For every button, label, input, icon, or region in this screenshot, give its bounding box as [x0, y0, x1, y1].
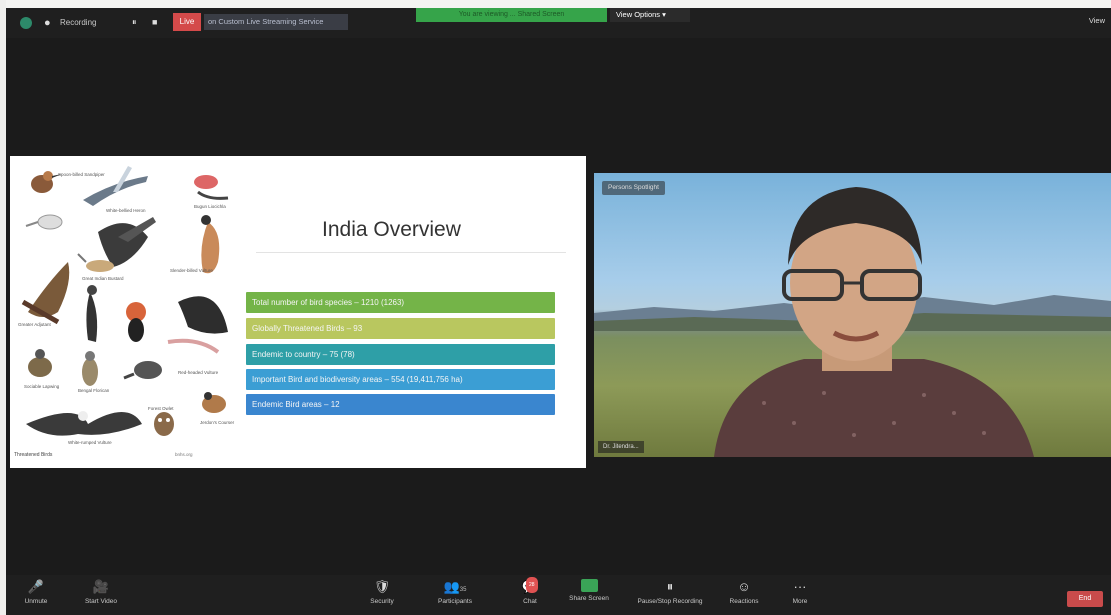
slide-footer-left: Threatened Birds — [14, 452, 53, 458]
bird-label: Forest Owlet — [148, 406, 174, 411]
shield-icon: 🛡 — [373, 579, 391, 594]
live-badge[interactable]: Live — [173, 13, 201, 31]
pause-stop-recording-button[interactable]: ⏸ Pause/Stop Recording — [628, 579, 712, 605]
unmute-label: Unmute — [24, 598, 48, 605]
stat-bar: Important Bird and biodiversity areas – … — [246, 369, 555, 390]
shared-slide: Spoon-billed Sandpiper White-bellied Her… — [10, 156, 586, 468]
more-label: More — [792, 598, 808, 605]
more-button[interactable]: ··· More — [784, 579, 816, 605]
scan-border-left — [0, 0, 6, 615]
view-options-button[interactable]: View Options ▾ — [610, 8, 690, 22]
pinned-name-tag: Persons Spotlight — [602, 181, 665, 195]
bird-label: Jerdon's Courser — [200, 420, 235, 425]
reactions-button[interactable]: ☺ Reactions — [724, 579, 764, 605]
participants-icon: 👥35 — [443, 579, 467, 594]
recording-icon: ● — [44, 17, 51, 29]
stat-bar: Globally Threatened Birds – 93 — [246, 318, 555, 339]
slide-footer-right: bnhs.org — [175, 452, 193, 457]
pause-recording-button[interactable]: ⏸ — [132, 17, 137, 28]
participant-count: 35 — [459, 587, 467, 593]
microphone-icon: 🎤 — [27, 579, 45, 594]
stat-bar: Endemic to country – 75 (78) — [246, 344, 555, 365]
speaker-figure — [714, 187, 1034, 457]
stat-bar: Total number of bird species – 1210 (126… — [246, 292, 555, 313]
screen-share-banner: You are viewing ... Shared Screen — [416, 8, 607, 22]
participants-label: Participants — [438, 598, 472, 605]
security-label: Security — [370, 598, 394, 605]
chat-icon: 💬28 — [512, 577, 548, 595]
share-screen-icon — [580, 579, 598, 592]
meeting-status-icon — [20, 17, 32, 29]
more-icon: ··· — [793, 579, 807, 594]
bird-label: White-bellied Heron — [106, 208, 146, 213]
start-video-label: Start Video — [84, 598, 118, 605]
chat-unread-badge: 28 — [526, 577, 538, 593]
bird-label: Bengal Florican — [78, 388, 110, 393]
bird-illustrations: Spoon-billed Sandpiper White-bellied Her… — [18, 162, 234, 454]
bird-label: Sociable Lapwing — [24, 384, 60, 389]
bird-label: Slender-billed Vulture — [170, 268, 213, 273]
slide-title-divider — [256, 252, 566, 253]
live-stream-service[interactable]: on Custom Live Streaming Service — [204, 14, 348, 30]
chat-label: Chat — [523, 598, 537, 605]
end-meeting-button[interactable]: End — [1067, 591, 1103, 607]
meeting-toolbar: 🎤 Unmute 🎥 Start Video 🛡 Security 👥35 Pa… — [6, 575, 1111, 615]
chat-button[interactable]: 💬28 Chat — [512, 577, 548, 605]
unmute-button[interactable]: 🎤 Unmute — [14, 579, 58, 605]
reactions-label: Reactions — [729, 598, 759, 605]
meeting-top-bar: ● Recording ⏸ ■ Live on Custom Live Stre… — [6, 8, 1111, 38]
speaker-video[interactable]: Persons Spotlight Dr. Jitendra... — [594, 173, 1111, 457]
pause-stop-recording-label: Pause/Stop Recording — [637, 598, 703, 605]
bird-label: Greater Adjutant — [18, 322, 51, 327]
pause-stop-icon: ⏸ — [666, 579, 674, 594]
start-video-button[interactable]: 🎥 Start Video — [76, 579, 126, 605]
participants-button[interactable]: 👥35 Participants — [430, 579, 480, 605]
share-screen-button[interactable]: Share Screen — [564, 579, 614, 602]
view-button[interactable]: View — [1089, 16, 1105, 25]
scan-border-top — [0, 0, 1111, 8]
participant-name-tag: Dr. Jitendra... — [598, 441, 644, 453]
bird-label: White-rumped Vulture — [68, 440, 112, 445]
bird-label: Great Indian Bustard — [82, 276, 124, 281]
stop-recording-button[interactable]: ■ — [152, 17, 157, 27]
security-button[interactable]: 🛡 Security — [362, 579, 402, 605]
slide-title: India Overview — [322, 218, 461, 241]
video-camera-icon: 🎥 — [92, 579, 110, 594]
recording-label: Recording — [60, 18, 97, 27]
bird-label: Red-headed Vulture — [178, 370, 219, 375]
share-screen-label: Share Screen — [569, 595, 609, 602]
bird-label: Spoon-billed Sandpiper — [58, 172, 105, 177]
smiley-icon: ☺ — [737, 579, 751, 594]
bird-label: Bugun Liocichla — [194, 204, 226, 209]
stat-bar: Endemic Bird areas – 12 — [246, 394, 555, 415]
